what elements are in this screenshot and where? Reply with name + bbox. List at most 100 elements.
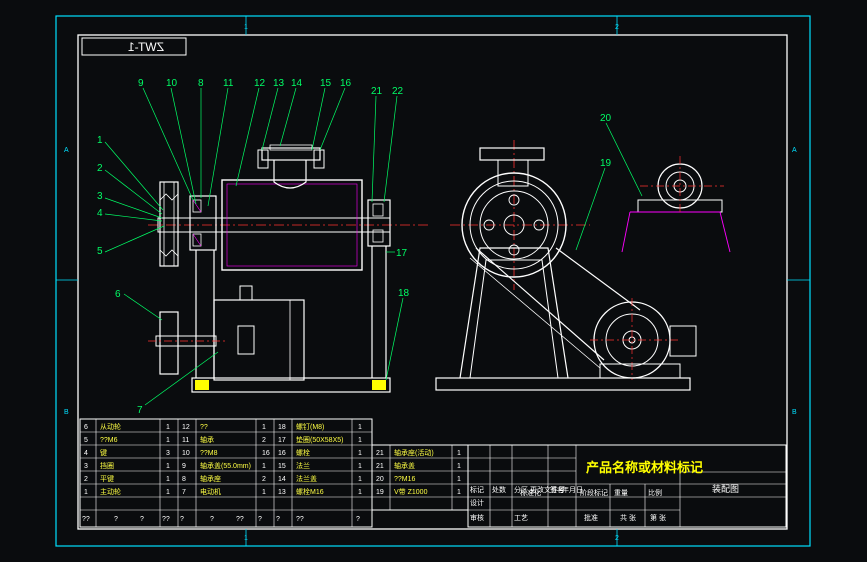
bom-item-name: 轴承盖(55.0mm): [200, 461, 251, 470]
bom-item-qty: 1: [358, 476, 362, 483]
bom-item-qty: 1: [457, 463, 461, 470]
bom-item-number: 1: [84, 489, 88, 496]
zone-bottom-1: 1: [244, 535, 248, 542]
bom-item-name: 法兰盖: [296, 474, 317, 483]
bom-item-name: 键: [100, 448, 107, 457]
bom-footer-cell: ??: [236, 516, 244, 523]
bom-item-number: 17: [278, 437, 286, 444]
titleblock-label: 设计: [470, 498, 484, 507]
bom-item-number: 3: [84, 463, 88, 470]
bom-footer-cell: ??: [162, 516, 170, 523]
bom-footer-cell: ?: [114, 516, 118, 523]
bom-item-qty: 1: [166, 463, 170, 470]
callout-19: 19: [600, 158, 612, 169]
titleblock-label: 标记: [470, 485, 484, 494]
bom-item-qty: 1: [262, 489, 266, 496]
bom-item-number: 18: [278, 424, 286, 431]
callout-13: 13: [273, 78, 285, 89]
bom-item-name: 平键: [100, 474, 114, 483]
bom-item-number: 20: [376, 476, 384, 483]
bom-footer-cell: ?: [258, 516, 262, 523]
bom-footer-cell: ?: [356, 516, 360, 523]
bom-item-qty: 1: [166, 437, 170, 444]
callout-4: 4: [97, 208, 103, 219]
bom-item-number: 6: [84, 424, 88, 431]
bom-item-number: 8: [182, 476, 186, 483]
bom-item-qty: 1: [166, 489, 170, 496]
bom-item-name: 轴承座: [200, 474, 221, 483]
cad-drawing: 1 2 1 2 A B A B ZWT-1 1 2 3 4 5 6 7 8 9 …: [0, 0, 867, 562]
titleblock-label: 工艺: [514, 514, 528, 522]
bom-item-name: ??: [200, 424, 208, 431]
callout-2: 2: [97, 163, 103, 174]
bom-item-number: 16: [278, 450, 286, 457]
bom-item-qty: 1: [457, 489, 461, 496]
titleblock-label: 审核: [470, 513, 484, 522]
callout-7: 7: [137, 405, 143, 416]
side-view: [435, 140, 731, 391]
bom-item-number: 11: [182, 437, 189, 444]
callout-16: 16: [340, 78, 352, 89]
bom-item-qty: 1: [358, 450, 362, 457]
callout-18: 18: [398, 288, 410, 299]
bom-footer-cell: ??: [82, 516, 90, 523]
bom-item-qty: 1: [166, 476, 170, 483]
zone-top-1: 1: [244, 24, 248, 31]
callout-1: 1: [97, 135, 103, 146]
bom-item-name: 主动轮: [100, 487, 121, 496]
bom-item-qty: 1: [166, 424, 170, 431]
zone-bottom-2: 2: [615, 535, 619, 542]
bom-item-qty: 1: [358, 437, 362, 444]
titleblock-label: 共 张: [620, 513, 636, 522]
front-view: [148, 144, 430, 393]
bom-item-name: ??M6: [100, 437, 118, 444]
callout-8: 8: [198, 78, 204, 89]
bom-item-qty: 16: [262, 450, 270, 457]
zone-left-a: A: [64, 147, 69, 154]
zone-left-b: B: [64, 409, 69, 416]
bom-item-number: 7: [182, 489, 186, 496]
bom-item-number: 5: [84, 437, 88, 444]
bom-footer-cell: ??: [296, 516, 304, 523]
zone-right-b: B: [792, 409, 797, 416]
bom-item-number: 21: [376, 463, 384, 470]
drawing-subtitle: 装配图: [712, 483, 739, 494]
callout-3: 3: [97, 191, 103, 202]
bom-item-qty: 3: [166, 450, 170, 457]
titleblock-label: 阶段标记: [580, 488, 608, 497]
bom-item-qty: 1: [457, 450, 461, 457]
callout-9: 9: [138, 78, 144, 89]
titleblock-label: 标准化: [520, 488, 541, 497]
bom-item-number: 13: [278, 489, 286, 496]
bom-item-name: 从动轮: [100, 422, 121, 431]
bom-item-number: 9: [182, 463, 186, 470]
bom-item-name: 螺栓M16: [296, 487, 324, 496]
bom-item-name: 轴承盖: [394, 461, 415, 470]
bom-item-qty: 1: [358, 424, 362, 431]
callout-11: 11: [223, 78, 234, 89]
zone-right-a: A: [792, 147, 797, 154]
bom-item-name: 电动机: [200, 487, 221, 496]
callout-15: 15: [320, 78, 332, 89]
bom-item-qty: 2: [262, 437, 266, 444]
callout-21: 21: [371, 86, 383, 97]
bom-item-name: 挡圈: [100, 461, 114, 470]
bom-table: 6 从动轮 1 12?? 1 18 螺钉(M8) 15 ??M6 1 11 轴承 2 17 垫圈(50X58…: [79, 418, 469, 528]
bom-item-number: 10: [182, 450, 190, 457]
bom-item-name: 法兰: [296, 461, 310, 470]
bom-item-number: 12: [182, 424, 190, 431]
callout-6: 6: [115, 289, 121, 300]
bom-item-name: 轴承: [200, 435, 214, 444]
product-title: 产品名称或材料标记: [586, 460, 703, 475]
bom-item-number: 2: [84, 476, 88, 483]
bom-footer-cell: ?: [210, 516, 214, 523]
titleblock-label: 重量: [614, 489, 628, 497]
callout-10: 10: [166, 78, 178, 89]
titleblock-label: 第 张: [650, 513, 666, 522]
bom-item-qty: 1: [358, 489, 362, 496]
titleblock-label: 批准: [584, 513, 598, 522]
drawing-code: ZWT-1: [128, 40, 164, 54]
bom-item-number: 15: [278, 463, 286, 470]
bom-footer-cell: ?: [140, 516, 144, 523]
callout-5: 5: [97, 246, 103, 257]
